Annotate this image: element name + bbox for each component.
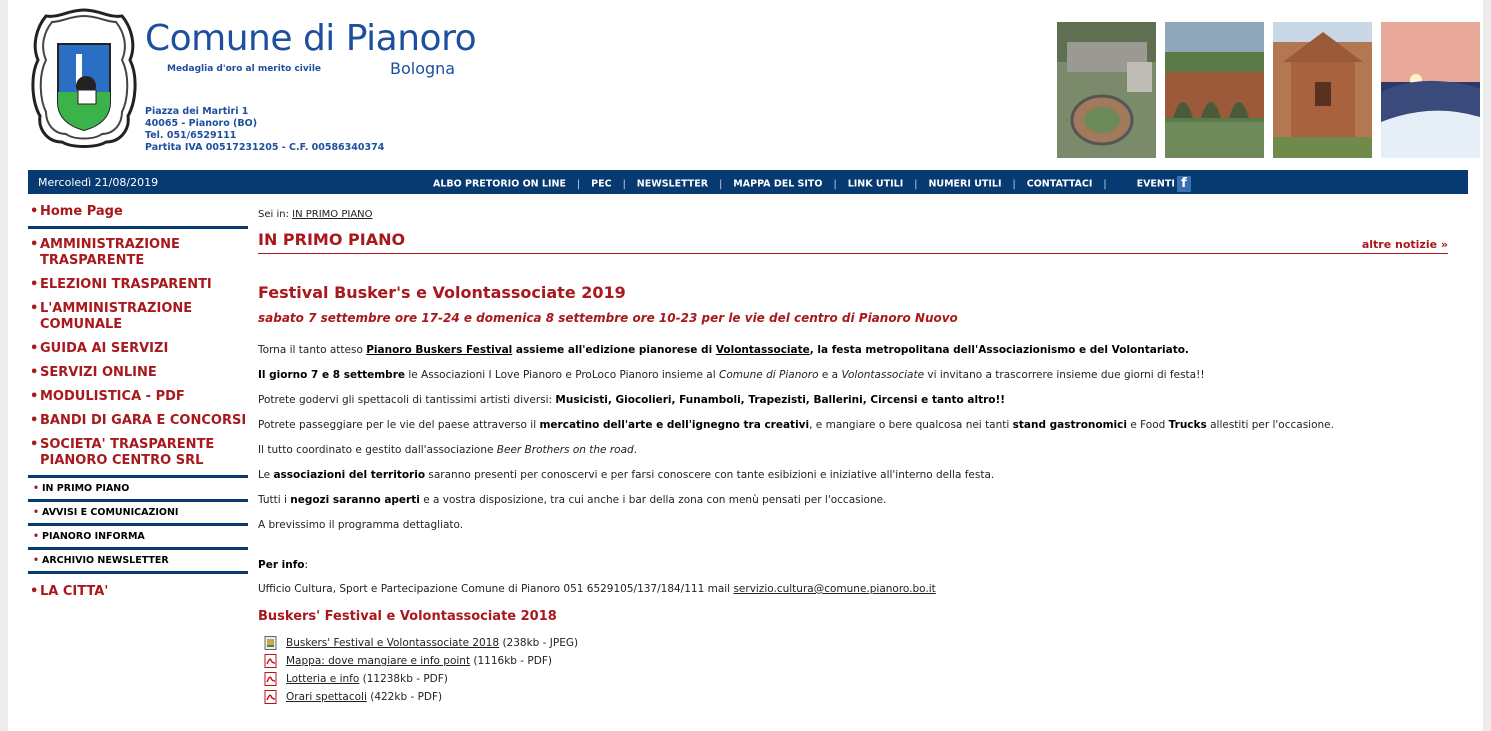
article-paragraph: Torna il tanto atteso Pianoro Buskers Fe… bbox=[258, 344, 1189, 356]
article-paragraph: Il tutto coordinato e gestito dall'assoc… bbox=[258, 444, 638, 456]
address-line: Piazza dei Martiri 1 bbox=[145, 106, 249, 117]
sidebar-item-servizi-online[interactable]: • SERVIZI ONLINE bbox=[28, 361, 248, 385]
address-line: 40065 - Pianoro (BO) bbox=[145, 118, 258, 129]
coat-of-arms-logo[interactable] bbox=[30, 6, 138, 150]
email-link[interactable]: servizio.cultura@comune.pianoro.bo.it bbox=[733, 583, 935, 595]
article-title: Festival Busker's e Volontassociate 2019 bbox=[258, 283, 626, 302]
nav-numeri-utili[interactable]: NUMERI UTILI bbox=[928, 179, 1001, 190]
attachment-link[interactable]: Orari spettacoli bbox=[286, 691, 367, 703]
article-paragraph: Le associazioni del territorio saranno p… bbox=[258, 469, 995, 481]
nav-mappa-del-sito[interactable]: MAPPA DEL SITO bbox=[733, 179, 822, 190]
article-paragraph: Potrete passeggiare per le vie del paese… bbox=[258, 419, 1334, 431]
sidebar-item-bandi-di-gara[interactable]: • BANDI DI GARA E CONCORSI bbox=[28, 409, 248, 433]
sidebar-subitem-in-primo-piano[interactable]: • IN PRIMO PIANO bbox=[28, 478, 248, 502]
attachments-title: Buskers' Festival e Volontassociate 2018 bbox=[258, 609, 557, 624]
more-news-link[interactable]: altre notizie » bbox=[1362, 238, 1448, 251]
attachment-item: Orari spettacoli (422kb - PDF) bbox=[258, 688, 1448, 706]
contact-address: Piazza dei Martiri 1 40065 - Pianoro (BO… bbox=[145, 106, 384, 154]
photo-aerial-stadium bbox=[1057, 22, 1156, 158]
sidebar-menu: • Home Page • AMMINISTRAZIONE TRASPARENTE … bbox=[28, 200, 248, 604]
site-province: Bologna bbox=[390, 59, 456, 78]
sidebar-item-home[interactable]: • Home Page bbox=[28, 200, 248, 229]
sidebar-item-la-citta[interactable]: • LA CITTA' bbox=[28, 580, 248, 604]
pdf-file-icon bbox=[264, 690, 277, 704]
address-line: Tel. 051/6529111 bbox=[145, 130, 237, 141]
photo-sunset-landscape bbox=[1381, 22, 1480, 158]
attachment-item: Lotteria e info (11238kb - PDF) bbox=[258, 670, 1448, 688]
attachments-list: Buskers' Festival e Volontassociate 2018… bbox=[258, 634, 1448, 706]
article-paragraph: Tutti i negozi saranno aperti e a vostra… bbox=[258, 494, 887, 506]
current-date: Mercoledì 21/08/2019 bbox=[38, 176, 159, 189]
attachment-item: Buskers' Festival e Volontassociate 2018… bbox=[258, 634, 1448, 652]
photo-aqueduct bbox=[1165, 22, 1264, 158]
nav-links: ALBO PRETORIO ON LINE | PEC | NEWSLETTER | MAP… bbox=[433, 176, 1191, 192]
site-header: Comune di Pianoro Medaglia d'oro al meri… bbox=[8, 0, 1483, 170]
article-paragraph: Potrete godervi gli spettacoli di tantis… bbox=[258, 394, 1006, 406]
nav-pec[interactable]: PEC bbox=[591, 179, 611, 190]
page: Comune di Pianoro Medaglia d'oro al meri… bbox=[8, 0, 1483, 731]
sidebar-item-elezioni-trasparenti[interactable]: • ELEZIONI TRASPARENTI bbox=[28, 273, 248, 297]
sidebar-item-amministrazione-comunale[interactable]: • L'AMMINISTRAZIONE COMUNALE bbox=[28, 297, 248, 337]
nav-link-utili[interactable]: LINK UTILI bbox=[848, 179, 904, 190]
sidebar-subitem-archivio-newsletter[interactable]: • ARCHIVIO NEWSLETTER bbox=[28, 550, 248, 574]
site-motto: Medaglia d'oro al merito civile bbox=[167, 64, 322, 74]
attachment-link[interactable]: Lotteria e info bbox=[286, 673, 359, 685]
breadcrumb-link[interactable]: IN PRIMO PIANO bbox=[292, 209, 372, 220]
top-navbar: Mercoledì 21/08/2019 ALBO PRETORIO ON LI… bbox=[28, 170, 1468, 194]
sidebar-subitem-avvisi[interactable]: • AVVISI E COMUNICAZIONI bbox=[28, 502, 248, 526]
attachment-link[interactable]: Buskers' Festival e Volontassociate 2018 bbox=[286, 637, 499, 649]
attachment-item: Mappa: dove mangiare e info point (1116k… bbox=[258, 652, 1448, 670]
article-paragraph: Il giorno 7 e 8 settembre le Associazion… bbox=[258, 369, 1205, 381]
nav-eventi[interactable]: EVENTI bbox=[1137, 179, 1175, 190]
site-title[interactable]: Comune di Pianoro bbox=[145, 18, 477, 59]
article-subtitle: sabato 7 settembre ore 17-24 e domenica … bbox=[258, 311, 958, 325]
article-paragraph: A brevissimo il programma dettagliato. bbox=[258, 519, 464, 531]
photo-brick-tower bbox=[1273, 22, 1372, 158]
breadcrumb: Sei in: IN PRIMO PIANO bbox=[258, 209, 373, 220]
sidebar-item-modulistica[interactable]: • MODULISTICA - PDF bbox=[28, 385, 248, 409]
main-content: Sei in: IN PRIMO PIANO IN PRIMO PIANO al… bbox=[258, 200, 1448, 706]
section-title: IN PRIMO PIANO bbox=[258, 230, 406, 249]
pdf-file-icon bbox=[264, 654, 277, 668]
sidebar-item-societa-trasparente[interactable]: • SOCIETA' TRASPARENTE PIANORO CENTRO SRL bbox=[28, 433, 248, 473]
attachment-link[interactable]: Mappa: dove mangiare e info point bbox=[286, 655, 470, 667]
buskers-festival-link[interactable]: Pianoro Buskers Festival bbox=[366, 344, 512, 356]
pdf-file-icon bbox=[264, 672, 277, 686]
image-file-icon bbox=[264, 636, 277, 650]
info-label: Per info: bbox=[258, 559, 309, 571]
facebook-icon[interactable]: f bbox=[1176, 176, 1191, 192]
info-contact: Ufficio Cultura, Sport e Partecipazione … bbox=[258, 583, 936, 595]
sidebar-item-amministrazione-trasparente[interactable]: • AMMINISTRAZIONE TRASPARENTE bbox=[28, 233, 248, 273]
nav-albo-pretorio[interactable]: ALBO PRETORIO ON LINE bbox=[433, 179, 566, 190]
address-line: Partita IVA 00517231205 - C.F. 005863403… bbox=[145, 142, 385, 153]
sidebar-subitem-pianoro-informa[interactable]: • PIANORO INFORMA bbox=[28, 526, 248, 550]
sidebar-item-guida-ai-servizi[interactable]: • GUIDA AI SERVIZI bbox=[28, 337, 248, 361]
nav-newsletter[interactable]: NEWSLETTER bbox=[637, 179, 708, 190]
volontassociate-link[interactable]: Volontassociate bbox=[716, 344, 810, 356]
section-header: IN PRIMO PIANO altre notizie » bbox=[258, 230, 1448, 254]
nav-contattaci[interactable]: CONTATTACI bbox=[1027, 179, 1093, 190]
